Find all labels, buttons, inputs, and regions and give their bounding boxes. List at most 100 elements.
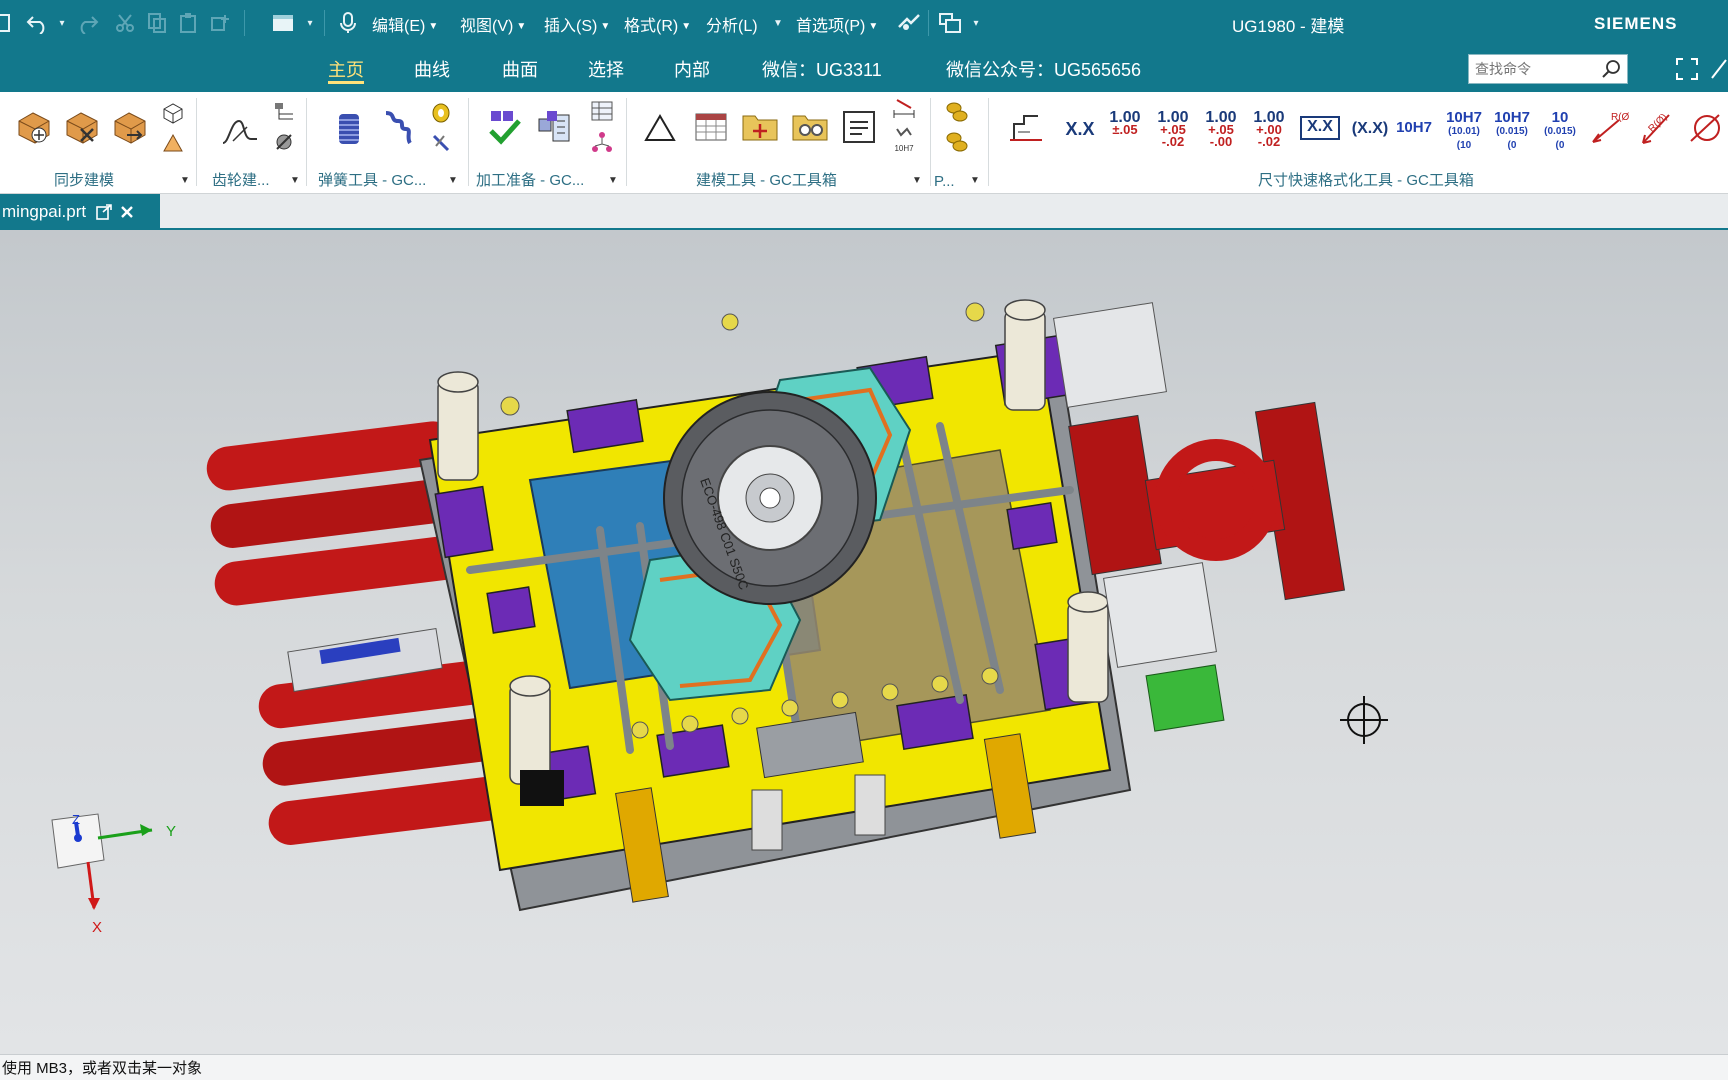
tab-wechat-official[interactable]: 微信公众号：UG565656 xyxy=(946,56,1141,84)
group-modeling-tools: 10H7 建模工具 - GC工具箱 ▼ xyxy=(628,92,930,194)
search-icon[interactable] xyxy=(1601,59,1621,79)
menu-format[interactable]: 格式(R) ▼ xyxy=(624,12,691,35)
folder-point-icon[interactable] xyxy=(740,106,780,146)
dim-tol-sym-button[interactable]: 1.00 ±.05 xyxy=(1104,110,1146,137)
dim-tol-upper-button[interactable]: 1.00 +.05 -.00 xyxy=(1200,110,1242,149)
window-layout-icon[interactable] xyxy=(936,10,964,36)
gear-modeling-icon[interactable] xyxy=(220,114,260,150)
coins-bottom-icon[interactable] xyxy=(942,128,972,156)
fh-dim-icon[interactable] xyxy=(890,96,918,122)
search-input[interactable] xyxy=(1475,56,1595,82)
gear-param-icon[interactable] xyxy=(272,100,296,124)
dim-fit-limits-button[interactable]: 10H7 (10.01) (10 xyxy=(1442,110,1486,152)
undo-dropdown-icon[interactable]: ▾ xyxy=(56,10,68,36)
table-grid-icon[interactable] xyxy=(692,108,730,146)
cursor-crosshair-icon xyxy=(1340,696,1388,744)
ribbon: 同步建模 ▼ 齿轮建... ▼ 弹簧工具 - GC... ▼ 加工准备 - GC… xyxy=(0,92,1728,194)
chevron-down-icon[interactable]: ▼ xyxy=(608,175,618,186)
tab-wechat[interactable]: 微信：UG3311 xyxy=(762,56,882,84)
menu-preferences[interactable]: 首选项(P) ▼ xyxy=(796,12,878,35)
duplicate-icon[interactable] xyxy=(208,10,234,36)
chevron-down-icon[interactable]: ▼ xyxy=(180,175,190,186)
dim-tol-lower-button[interactable]: 1.00 +.00 -.02 xyxy=(1248,110,1290,149)
triangle-icon[interactable] xyxy=(642,110,678,146)
separator xyxy=(928,10,929,36)
dim-xx-button[interactable]: X.X xyxy=(1060,120,1100,138)
text-note-icon[interactable] xyxy=(840,108,878,146)
paste-icon[interactable] xyxy=(176,10,202,36)
diameter-icon[interactable] xyxy=(1686,110,1722,146)
spring-delete-icon[interactable] xyxy=(428,130,454,156)
mold-assembly-model[interactable]: ECO-498 C01 S50C Y Z X xyxy=(0,230,1728,1054)
radius-dim-icon[interactable]: R(Ø) xyxy=(1588,108,1630,148)
chevron-down-icon[interactable]: ▼ xyxy=(290,175,300,186)
redo-icon[interactable] xyxy=(74,10,100,36)
red-cylinders-left-top xyxy=(206,421,464,606)
separator xyxy=(930,98,931,186)
menu-edit[interactable]: 编辑(E) ▼ xyxy=(372,12,438,35)
tab-curve[interactable]: 曲线 xyxy=(414,56,450,84)
document-tab[interactable]: mingpai.prt xyxy=(0,194,160,230)
pull-face-icon[interactable] xyxy=(160,100,186,126)
tab-home[interactable]: 主页 xyxy=(328,56,364,84)
separator xyxy=(626,98,627,186)
chevron-down-icon[interactable]: ▼ xyxy=(912,175,922,186)
menu-insert[interactable]: 插入(S) ▼ xyxy=(544,12,611,35)
graphics-window[interactable]: ECO-498 C01 S50C Y Z X xyxy=(0,230,1728,1054)
fh-fit-icon[interactable]: 10H7 xyxy=(890,124,918,156)
offset-region-icon[interactable] xyxy=(160,130,186,156)
chevron-down-icon: ▼ xyxy=(600,21,611,33)
undo-icon[interactable] xyxy=(24,10,52,36)
machining-list-icon[interactable] xyxy=(534,108,574,148)
dim-tol-bilateral-button[interactable]: 1.00 +.05 -.02 xyxy=(1152,110,1194,149)
document-tab-bar: mingpai.prt xyxy=(0,194,1728,230)
tab-internal[interactable]: 内部 xyxy=(674,56,710,84)
popout-icon[interactable] xyxy=(96,204,112,220)
move-face-icon[interactable] xyxy=(14,108,54,148)
cut-icon[interactable] xyxy=(112,10,138,36)
window-dropdown-icon[interactable]: ▾ xyxy=(304,10,316,36)
fullscreen-icon[interactable] xyxy=(1676,58,1698,80)
chevron-down-icon[interactable]: ▼ xyxy=(448,175,458,186)
customize-dropdown-icon[interactable]: ▾ xyxy=(970,10,982,36)
prep-tree-icon[interactable] xyxy=(588,128,616,156)
microphone-icon[interactable] xyxy=(336,10,360,36)
dim-sketch-icon[interactable] xyxy=(1006,108,1046,148)
tab-selection[interactable]: 选择 xyxy=(588,56,624,84)
window-title: UG1980 - 建模 xyxy=(1232,17,1345,36)
separator xyxy=(324,10,325,36)
check-feature-icon[interactable] xyxy=(484,108,524,148)
command-finder[interactable] xyxy=(1468,54,1628,84)
chevron-down-icon[interactable]: ▼ xyxy=(772,10,784,36)
group-label: 尺寸快速格式化工具 - GC工具箱 xyxy=(1258,172,1474,189)
dim-reference-button[interactable]: (X.X) xyxy=(1348,120,1392,138)
dim-fit-tol-button[interactable]: 10H7 (0.015) (0 xyxy=(1490,110,1534,152)
folder-gear-icon[interactable] xyxy=(790,106,830,146)
group-spring: 弹簧工具 - GC... ▼ xyxy=(308,92,468,194)
compression-spring-icon[interactable] xyxy=(332,110,366,148)
chevron-down-icon[interactable]: ▼ xyxy=(970,175,980,186)
tab-surface[interactable]: 曲面 xyxy=(502,56,538,84)
delete-face-icon[interactable] xyxy=(62,108,102,148)
prep-table-icon[interactable] xyxy=(588,98,616,124)
save-icon[interactable] xyxy=(0,10,12,36)
group-dimension-format: X.X 1.00 ±.05 1.00 +.05 -.02 1.00 +.05 -.00 1… xyxy=(990,92,1728,194)
dim-fit-button[interactable]: 10H7 xyxy=(1394,120,1434,136)
coins-top-icon[interactable] xyxy=(942,98,972,126)
radius-diag-icon[interactable]: R(Ø) xyxy=(1636,106,1676,148)
group-sync-modeling: 同步建模 ▼ xyxy=(0,92,196,194)
collapse-ribbon-icon[interactable] xyxy=(1710,58,1728,80)
menu-view[interactable]: 视图(V) ▼ xyxy=(460,12,526,35)
window-icon[interactable] xyxy=(270,10,296,36)
disc-spring-icon[interactable] xyxy=(428,100,454,126)
extension-spring-icon[interactable] xyxy=(378,108,416,148)
menu-analysis[interactable]: 分析(L) xyxy=(706,12,758,35)
copy-icon[interactable] xyxy=(144,10,170,36)
nx-window: { "titlebar": { "menus": [ {"label": "编辑… xyxy=(0,0,1728,1080)
close-icon[interactable] xyxy=(120,205,134,219)
dim-tol-only-button[interactable]: 10 (0.015) (0 xyxy=(1538,110,1582,152)
replace-face-icon[interactable] xyxy=(110,108,150,148)
gear-mesh-icon[interactable] xyxy=(272,130,296,154)
dim-basic-button[interactable]: X.X xyxy=(1300,116,1340,140)
touch-mode-icon[interactable] xyxy=(896,10,922,36)
